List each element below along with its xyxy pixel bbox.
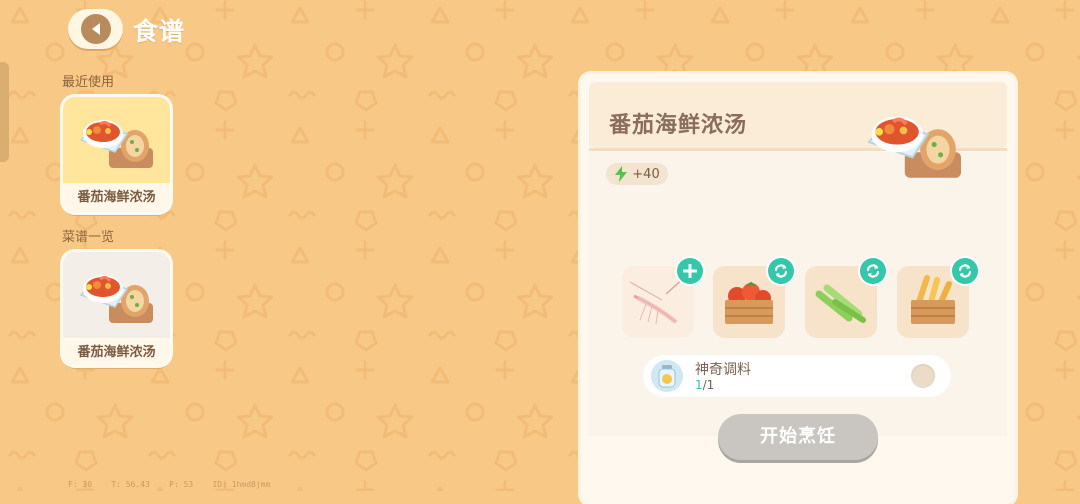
refresh-icon bbox=[866, 264, 880, 278]
seasoning-count: 1/1 bbox=[695, 378, 715, 392]
add-ingredient-button[interactable] bbox=[677, 258, 703, 284]
seasoning-jar-icon bbox=[651, 360, 683, 392]
all-recipes-section-label: 菜谱一览 bbox=[62, 230, 115, 245]
recipe-detail-panel: 番茄海鲜浓汤 +40 神奇调料 1/1 开始烹饪 bbox=[581, 74, 1015, 504]
swap-ingredient-button[interactable] bbox=[768, 258, 794, 284]
start-cooking-button[interactable]: 开始烹饪 bbox=[718, 414, 878, 460]
recipe-list-item[interactable]: 番茄海鲜浓汤 bbox=[63, 252, 170, 365]
recent-recipe-card[interactable]: 番茄海鲜浓汤 bbox=[63, 97, 170, 212]
potato-crate-icon bbox=[911, 275, 955, 324]
energy-badge: +40 bbox=[606, 163, 668, 185]
ingredient-slot-potato[interactable] bbox=[897, 258, 978, 338]
side-drawer-handle[interactable] bbox=[0, 62, 9, 162]
seasoning-row[interactable]: 神奇调料 1/1 bbox=[643, 355, 951, 397]
detail-title: 番茄海鲜浓汤 bbox=[609, 113, 748, 138]
back-arrow-icon bbox=[80, 14, 111, 44]
shrimp-icon bbox=[629, 277, 685, 325]
ingredient-slot-shrimp[interactable] bbox=[622, 258, 703, 338]
page-title: 食谱 bbox=[133, 17, 186, 46]
seasoning-name: 神奇调料 bbox=[695, 362, 751, 378]
swap-ingredient-button[interactable] bbox=[860, 258, 886, 284]
seafood-soup-icon bbox=[79, 275, 153, 323]
ingredient-slot-tomato[interactable] bbox=[713, 258, 794, 338]
seasoning-toggle[interactable] bbox=[911, 364, 935, 388]
lightning-icon bbox=[615, 166, 628, 182]
seafood-soup-icon bbox=[867, 116, 961, 178]
debug-stats: F: 30 T: 56.43 P: 53 ID: 1hmd8jmm bbox=[68, 480, 271, 489]
recent-recipe-name: 番茄海鲜浓汤 bbox=[63, 183, 170, 212]
ingredient-slot-green-onion[interactable] bbox=[805, 258, 886, 338]
green-onion-icon bbox=[815, 284, 866, 323]
swap-ingredient-button[interactable] bbox=[952, 258, 978, 284]
energy-value: +40 bbox=[632, 166, 660, 182]
refresh-icon bbox=[958, 264, 972, 278]
seafood-soup-icon bbox=[79, 120, 153, 168]
recent-section-label: 最近使用 bbox=[62, 75, 115, 90]
tomato-crate-icon bbox=[725, 281, 773, 324]
back-button[interactable] bbox=[68, 9, 123, 49]
recipe-list-item-name: 番茄海鲜浓汤 bbox=[63, 338, 170, 365]
plus-icon bbox=[683, 264, 697, 278]
refresh-icon bbox=[774, 264, 788, 278]
